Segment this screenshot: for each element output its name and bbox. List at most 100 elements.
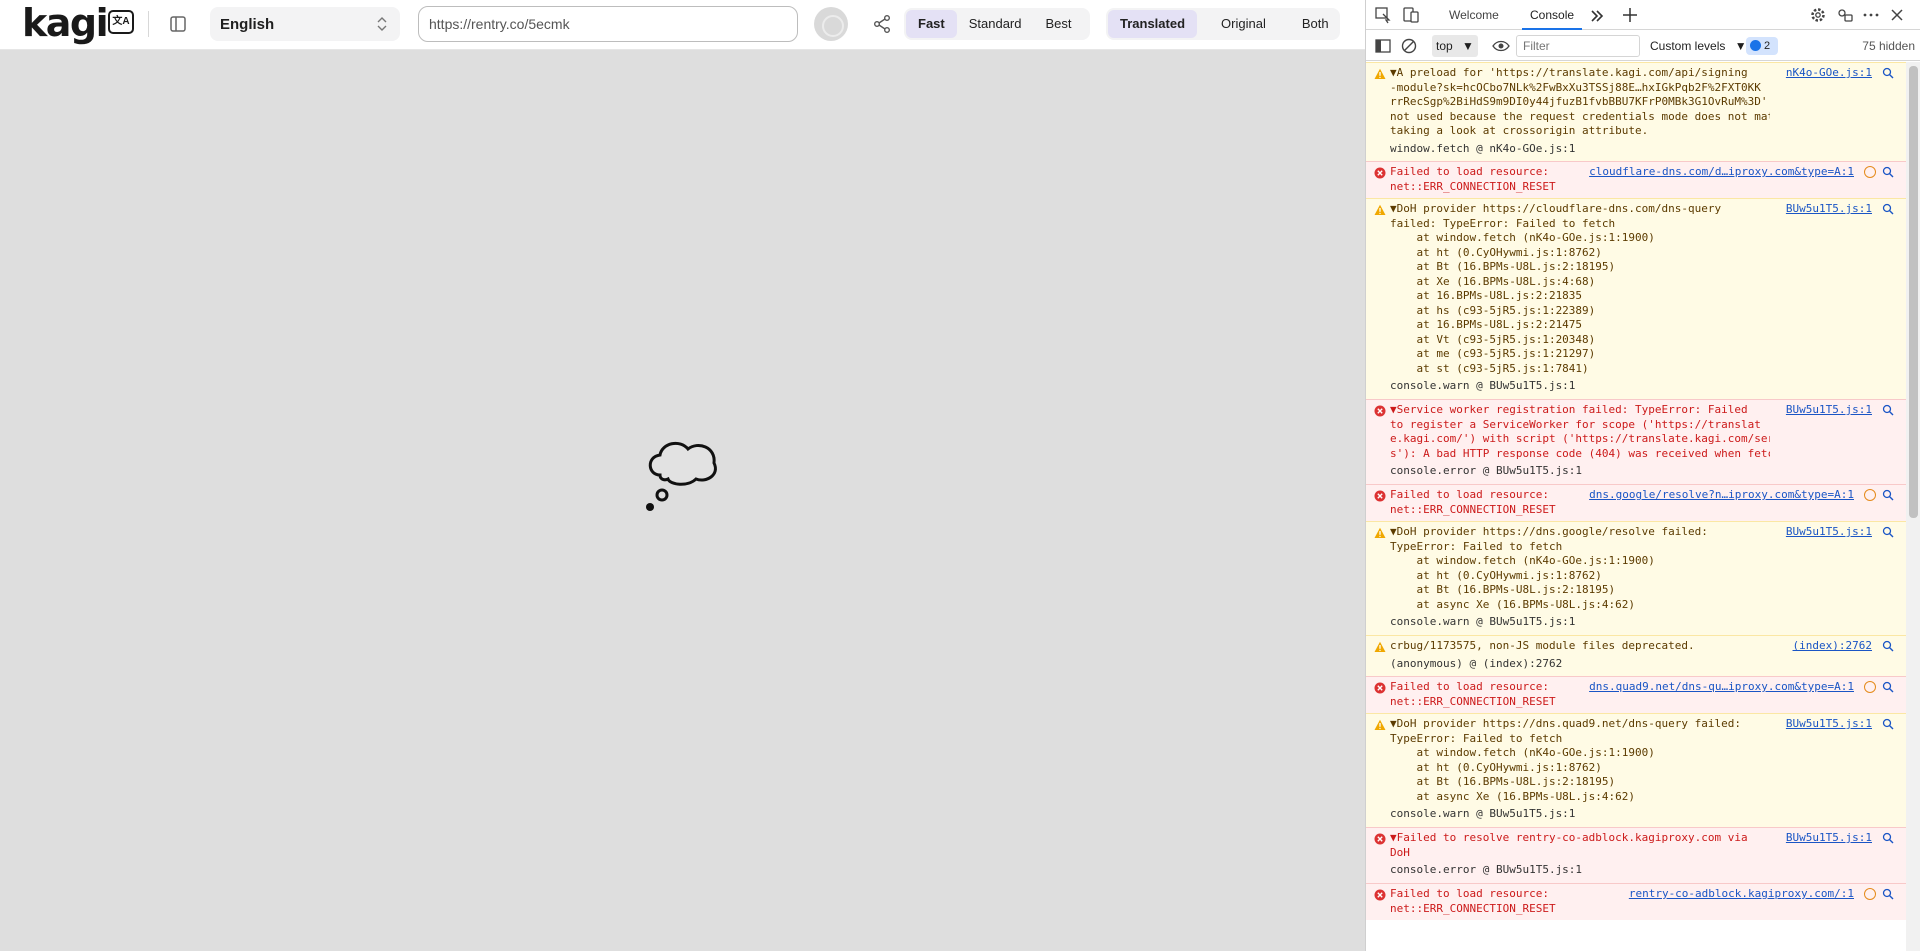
translate-logo-icon: 文A bbox=[108, 10, 134, 34]
console-message-line: at async Xe (16.BPMs-U8L.js:4:62) bbox=[1390, 789, 1636, 803]
console-message-line: s'): A bad HTTP response code (404) was … bbox=[1390, 446, 1770, 460]
console-source-link[interactable]: (index):2762 bbox=[1793, 639, 1872, 654]
console-call-site[interactable]: console.warn @ BUw5u1T5.js:1 bbox=[1390, 807, 1770, 822]
console-call-site[interactable]: console.error @ BUw5u1T5.js:1 bbox=[1390, 464, 1770, 479]
view-mode-selector: Translated Original Both bbox=[1106, 8, 1340, 40]
console-message-line: ▼DoH provider https://dns.google/resolve… bbox=[1390, 525, 1708, 538]
clear-console-icon[interactable] bbox=[1400, 37, 1418, 55]
console-source-link[interactable]: rentry-co-adblock.kagiproxy.com/:1 bbox=[1629, 887, 1854, 902]
console-warning-message[interactable]: crbug/1173575, non-JS module files depre… bbox=[1366, 635, 1906, 676]
more-options-icon[interactable] bbox=[1862, 6, 1880, 24]
inspect-element-icon[interactable] bbox=[1374, 6, 1392, 24]
console-message-line: at window.fetch (nK4o-GOe.js:1:1900) bbox=[1390, 231, 1655, 244]
mode-translated-button[interactable]: Translated bbox=[1108, 10, 1198, 38]
thinking-bubble-icon bbox=[646, 441, 717, 511]
console-call-site[interactable]: console.warn @ BUw5u1T5.js:1 bbox=[1390, 615, 1770, 630]
console-message-text: crbug/1173575, non-JS module files depre… bbox=[1390, 639, 1770, 671]
console-filter-input[interactable] bbox=[1516, 35, 1640, 57]
console-message-line: -module?sk=hcOCbo7NLk%2FwBxXu3TSSj88E…hx… bbox=[1390, 80, 1761, 94]
console-message-line: ▼DoH provider https://dns.quad9.net/dns-… bbox=[1390, 717, 1741, 730]
console-call-site[interactable]: console.warn @ BUw5u1T5.js:1 bbox=[1390, 379, 1770, 394]
console-message-text: ▼DoH provider https://dns.google/resolve… bbox=[1390, 525, 1770, 630]
console-warning-message[interactable]: ▼DoH provider https://dns.google/resolve… bbox=[1366, 521, 1906, 635]
mode-both-button[interactable]: Both bbox=[1290, 10, 1341, 38]
search-icon[interactable] bbox=[1882, 526, 1894, 538]
search-icon[interactable] bbox=[1882, 888, 1894, 900]
console-message-line: net::ERR_CONNECTION_RESET bbox=[1390, 694, 1556, 708]
speed-best-button[interactable]: Best bbox=[1034, 10, 1084, 38]
search-icon[interactable] bbox=[1882, 404, 1894, 416]
network-request-icon[interactable] bbox=[1864, 681, 1876, 693]
console-sidebar-icon[interactable] bbox=[1374, 37, 1392, 55]
console-source-link[interactable]: dns.quad9.net/dns-qu…iproxy.com&type=A:1 bbox=[1589, 680, 1854, 695]
submit-spinner-button[interactable] bbox=[814, 7, 848, 41]
context-select[interactable]: top ▼ bbox=[1432, 35, 1478, 57]
console-message-line: ▼A preload for 'https://translate.kagi.c… bbox=[1390, 66, 1748, 79]
speed-fast-button[interactable]: Fast bbox=[906, 10, 957, 38]
console-source-link[interactable]: BUw5u1T5.js:1 bbox=[1786, 717, 1872, 732]
share-icon[interactable] bbox=[872, 14, 892, 34]
header-divider bbox=[148, 11, 149, 37]
console-call-site[interactable]: (anonymous) @ (index):2762 bbox=[1390, 657, 1770, 672]
kagi-logo[interactable]: kagi bbox=[22, 2, 109, 44]
search-icon[interactable] bbox=[1882, 681, 1894, 693]
chevron-updown-icon bbox=[377, 17, 387, 31]
console-call-site[interactable]: console.error @ BUw5u1T5.js:1 bbox=[1390, 863, 1770, 878]
search-icon[interactable] bbox=[1882, 832, 1894, 844]
console-message-line: at window.fetch (nK4o-GOe.js:1:1900) bbox=[1390, 554, 1655, 567]
console-message-line: at Bt (16.BPMs-U8L.js:2:18195) bbox=[1390, 583, 1616, 596]
console-call-site[interactable]: window.fetch @ nK4o-GOe.js:1 bbox=[1390, 142, 1770, 157]
search-icon[interactable] bbox=[1882, 489, 1894, 501]
console-scrollbar-thumb[interactable] bbox=[1909, 66, 1918, 518]
log-levels-select[interactable]: Custom levels ▼ bbox=[1646, 35, 1751, 57]
network-request-icon[interactable] bbox=[1864, 888, 1876, 900]
console-warning-message[interactable]: ▼DoH provider https://cloudflare-dns.com… bbox=[1366, 198, 1906, 399]
url-input[interactable] bbox=[418, 6, 798, 42]
close-devtools-icon[interactable] bbox=[1888, 6, 1906, 24]
tab-welcome[interactable]: Welcome bbox=[1441, 0, 1507, 30]
console-error-message[interactable]: Failed to load resource: net::ERR_CONNECT… bbox=[1366, 883, 1906, 920]
search-icon[interactable] bbox=[1882, 166, 1894, 178]
console-source-link[interactable]: dns.google/resolve?n…iproxy.com&type=A:1 bbox=[1589, 488, 1854, 503]
search-icon[interactable] bbox=[1882, 203, 1894, 215]
tab-console[interactable]: Console bbox=[1522, 0, 1583, 30]
console-scrollbar[interactable] bbox=[1906, 62, 1920, 951]
device-toolbar-icon[interactable] bbox=[1402, 6, 1420, 24]
console-error-message[interactable]: Failed to load resource: net::ERR_CONNECT… bbox=[1366, 676, 1906, 713]
live-expression-eye-icon[interactable] bbox=[1492, 37, 1510, 55]
console-source-link[interactable]: nK4o-GOe.js:1 bbox=[1786, 66, 1872, 81]
console-source-link[interactable]: BUw5u1T5.js:1 bbox=[1786, 403, 1872, 418]
error-icon bbox=[1374, 682, 1386, 694]
speed-standard-button[interactable]: Standard bbox=[957, 10, 1034, 38]
settings-gear-icon[interactable] bbox=[1809, 6, 1827, 24]
language-select[interactable]: English bbox=[210, 7, 400, 41]
customize-icon[interactable] bbox=[1836, 6, 1854, 24]
network-request-icon[interactable] bbox=[1864, 489, 1876, 501]
console-error-message[interactable]: Failed to load resource: net::ERR_CONNECT… bbox=[1366, 161, 1906, 198]
search-icon[interactable] bbox=[1882, 67, 1894, 79]
error-icon bbox=[1374, 167, 1386, 179]
network-request-icon[interactable] bbox=[1864, 166, 1876, 178]
sidebar-toggle-icon[interactable] bbox=[168, 14, 188, 34]
console-error-message[interactable]: Failed to load resource: net::ERR_CONNECT… bbox=[1366, 484, 1906, 521]
console-message-line: crbug/1173575, non-JS module files depre… bbox=[1390, 639, 1695, 652]
mode-original-button[interactable]: Original bbox=[1197, 10, 1290, 38]
console-message-line: not used because the request credentials… bbox=[1390, 109, 1770, 123]
console-error-message[interactable]: ▼Failed to resolve rentry-co-adblock.kag… bbox=[1366, 827, 1906, 883]
search-icon[interactable] bbox=[1882, 718, 1894, 730]
console-source-link[interactable]: BUw5u1T5.js:1 bbox=[1786, 525, 1872, 540]
console-message-line: at Xe (16.BPMs-U8L.js:4:68) bbox=[1390, 274, 1596, 288]
console-source-link[interactable]: cloudflare-dns.com/d…iproxy.com&type=A:1 bbox=[1589, 165, 1854, 180]
issues-count-badge[interactable]: 2 bbox=[1746, 37, 1778, 55]
caret-down-icon: ▼ bbox=[1734, 39, 1747, 53]
console-source-link[interactable]: BUw5u1T5.js:1 bbox=[1786, 831, 1872, 846]
add-tab-icon[interactable] bbox=[1621, 6, 1639, 24]
search-icon[interactable] bbox=[1882, 640, 1894, 652]
console-warning-message[interactable]: ▼DoH provider https://dns.quad9.net/dns-… bbox=[1366, 713, 1906, 827]
console-error-message[interactable]: ▼Service worker registration failed: Typ… bbox=[1366, 399, 1906, 484]
console-source-link[interactable]: BUw5u1T5.js:1 bbox=[1786, 202, 1872, 217]
console-warning-message[interactable]: ▼A preload for 'https://translate.kagi.c… bbox=[1366, 62, 1906, 161]
more-tabs-icon[interactable] bbox=[1588, 7, 1606, 25]
console-message-line: at ht (0.CyOHywmi.js:1:8762) bbox=[1390, 760, 1602, 774]
error-icon bbox=[1374, 889, 1386, 901]
